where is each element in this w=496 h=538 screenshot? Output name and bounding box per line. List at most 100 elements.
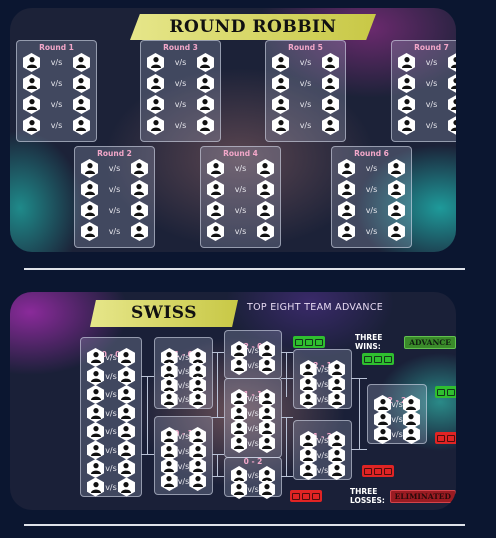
team-avatar [328,461,345,480]
match-row[interactable]: v/s [272,116,339,135]
match-row[interactable]: v/s [338,180,405,199]
match-row[interactable]: v/s [231,356,275,375]
vs-label: v/s [108,206,121,215]
user-icon [210,180,222,199]
team-avatar [87,385,104,404]
swiss-format-panel: SWISS FORMAT TOP EIGHT TEAM ADVANCE THRE… [10,292,456,510]
team-avatar [338,201,355,220]
match-row[interactable]: v/s [272,53,339,72]
match-row[interactable]: v/s [81,180,148,199]
match-row[interactable]: v/s [398,74,456,93]
match-row[interactable]: v/s [398,116,456,135]
match-row[interactable]: v/s [207,201,274,220]
match-row[interactable]: v/s [147,53,214,72]
match-row[interactable]: v/s [231,434,275,453]
match-row[interactable]: v/s [87,403,135,423]
user-icon [199,116,211,135]
team-avatar [72,116,90,135]
match-row[interactable]: v/s [87,366,135,386]
losses-label: THREE LOSSES: [350,487,385,505]
vs-label: v/s [299,100,312,109]
match-row[interactable]: v/s [147,116,214,135]
match-row[interactable]: v/s [87,459,135,478]
user-icon [133,222,145,241]
vs-label: v/s [247,439,259,448]
user-icon [75,95,87,114]
vs-label: v/s [105,464,117,473]
match-row[interactable]: v/s [81,222,148,241]
match-row[interactable]: v/s [161,472,206,491]
vs-label: v/s [50,121,63,130]
match-row[interactable]: v/s [81,159,148,178]
team-avatar [130,222,148,241]
round-box: Round 7 v/s v/s v/s v/s [391,40,456,142]
user-icon [331,390,343,409]
match-row[interactable]: v/s [161,390,206,409]
match-row[interactable]: v/s [398,95,456,114]
match-row[interactable]: v/s [374,425,420,444]
team-avatar [117,477,135,497]
round-box-title: Round 5 [288,43,323,52]
match-row[interactable]: v/s [207,222,274,241]
wins-label: THREE WINS: [355,333,383,351]
match-row[interactable]: v/s [300,461,345,480]
match-row[interactable]: v/s [87,385,135,404]
match-row[interactable]: v/s [338,159,405,178]
connector-line [281,417,293,418]
round-robin-title: ROUND ROBBIN [130,14,376,40]
team-avatar [398,74,415,93]
match-row[interactable]: v/s [338,201,405,220]
team-avatar [87,440,104,460]
user-icon [150,95,162,114]
match-row[interactable]: v/s [147,74,214,93]
team-avatar [272,95,289,114]
vs-label: v/s [105,482,117,492]
match-row[interactable]: v/s [23,116,90,135]
match-row[interactable]: v/s [398,53,456,72]
team-avatar [23,53,40,72]
round-box-title: Round 1 [39,43,74,52]
match-row[interactable]: v/s [231,480,275,499]
match-row[interactable]: v/s [147,95,214,114]
vs-label: v/s [234,206,247,215]
connector-line [359,378,360,449]
match-row[interactable]: v/s [87,348,135,367]
user-icon [405,425,417,444]
team-avatar [117,440,135,460]
vs-label: v/s [247,409,259,418]
match-row[interactable]: v/s [300,390,345,409]
advance-marker [362,353,394,365]
team-avatar [300,390,317,409]
match-row[interactable]: v/s [338,222,405,241]
match-row[interactable]: v/s [272,95,339,114]
team-avatar [387,180,405,199]
match-row[interactable]: v/s [87,477,135,497]
user-icon [324,74,336,93]
match-row[interactable]: v/s [207,159,274,178]
vs-label: v/s [365,185,378,194]
team-avatar [321,53,339,72]
match-row[interactable]: v/s [81,201,148,220]
match-row[interactable]: v/s [272,74,339,93]
vs-label: v/s [234,185,247,194]
match-row[interactable]: v/s [87,440,135,460]
team-avatar [81,222,98,241]
user-icon [390,222,402,241]
vs-label: v/s [316,451,329,460]
match-row[interactable]: v/s [23,95,90,114]
record-square [312,492,320,500]
match-row[interactable]: v/s [23,53,90,72]
user-icon [75,53,87,72]
user-icon [259,180,271,199]
match-row[interactable]: v/s [23,74,90,93]
user-icon [163,472,175,491]
match-row[interactable]: v/s [87,422,135,441]
team-avatar [117,403,135,423]
user-icon [450,53,456,72]
vs-label: v/s [365,227,378,236]
user-icon [120,367,132,386]
user-icon [341,222,353,241]
match-row[interactable]: v/s [207,180,274,199]
vs-label: v/s [391,415,403,424]
user-icon [133,180,145,199]
